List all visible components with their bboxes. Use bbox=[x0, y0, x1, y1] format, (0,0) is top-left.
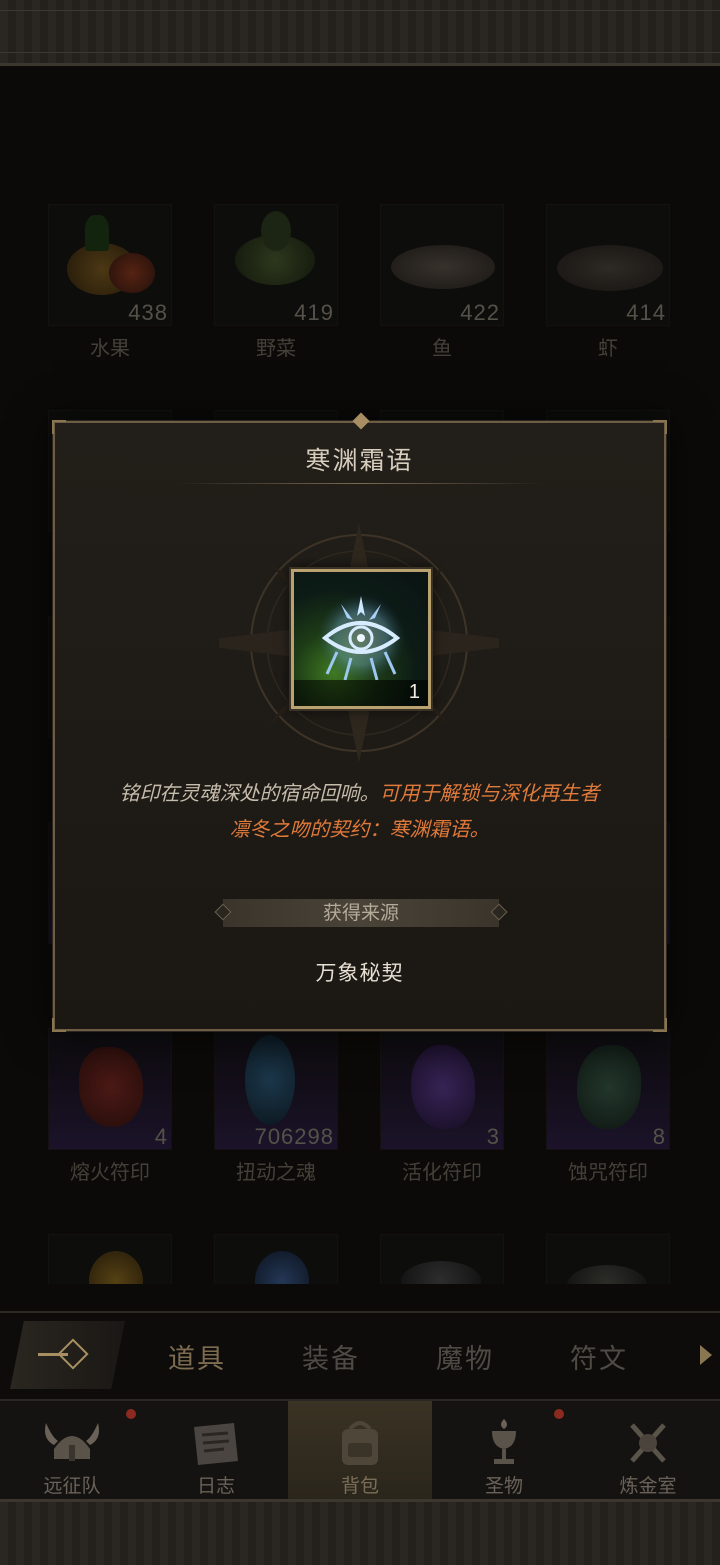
chalice-icon bbox=[492, 1419, 516, 1464]
nav-label: 日志 bbox=[196, 1475, 235, 1497]
description-highlight: 凛冬之吻的契约：寒渊霜语。 bbox=[229, 817, 490, 841]
item-detail-dialog: 寒渊霜语 1 铭印在灵魂深处的宿命回响。可用于解锁与深化再生者 凛冬之吻的契约：… bbox=[52, 412, 667, 1032]
nav-label: 炼金室 bbox=[619, 1475, 677, 1497]
notification-badge bbox=[126, 1409, 136, 1419]
bottom-navigation: 远征队 日志 背包 圣物 炼金室 bbox=[0, 1399, 720, 1501]
tab-runes[interactable]: 符文 bbox=[570, 1337, 628, 1376]
chevron-right-icon[interactable] bbox=[700, 1345, 712, 1365]
alchemy-icon bbox=[630, 1423, 666, 1463]
nav-label: 远征队 bbox=[43, 1475, 101, 1497]
diamond-icon bbox=[57, 1338, 89, 1370]
nav-expedition[interactable]: 远征队 bbox=[0, 1401, 144, 1501]
backpack-icon bbox=[342, 1421, 378, 1465]
divider bbox=[175, 483, 545, 484]
notification-badge bbox=[554, 1409, 564, 1419]
scroll-icon bbox=[194, 1423, 238, 1465]
nav-label: 背包 bbox=[340, 1475, 379, 1497]
nav-alchemy[interactable]: 炼金室 bbox=[576, 1401, 720, 1501]
tab-monsters[interactable]: 魔物 bbox=[436, 1337, 494, 1376]
category-tab-bar: 道具 装备 魔物 符文 bbox=[0, 1311, 720, 1399]
description-highlight: 可用于解锁与深化再生者 bbox=[379, 781, 600, 805]
glowing-eye-icon bbox=[317, 594, 405, 682]
source-link[interactable]: 万象秘契 bbox=[55, 957, 664, 987]
nav-relics[interactable]: 圣物 bbox=[432, 1401, 576, 1501]
nav-label: 圣物 bbox=[484, 1475, 523, 1497]
top-frame bbox=[0, 0, 720, 66]
item-icon-frame: 1 bbox=[291, 569, 431, 709]
viking-helmet-icon bbox=[45, 1423, 99, 1461]
description-text: 铭印在灵魂深处的宿命回响。 bbox=[119, 781, 380, 805]
tab-equipment[interactable]: 装备 bbox=[302, 1337, 360, 1376]
back-button[interactable] bbox=[10, 1321, 125, 1389]
item-quantity: 1 bbox=[408, 681, 420, 703]
tab-items[interactable]: 道具 bbox=[168, 1337, 226, 1376]
source-header: 获得来源 bbox=[214, 899, 508, 927]
source-title: 获得来源 bbox=[322, 902, 399, 924]
item-description: 铭印在灵魂深处的宿命回响。可用于解锁与深化再生者 凛冬之吻的契约：寒渊霜语。 bbox=[75, 775, 644, 847]
nav-backpack[interactable]: 背包 bbox=[288, 1401, 432, 1501]
dialog-title: 寒渊霜语 bbox=[305, 446, 414, 475]
bottom-frame bbox=[0, 1499, 720, 1565]
nav-journal[interactable]: 日志 bbox=[144, 1401, 288, 1501]
